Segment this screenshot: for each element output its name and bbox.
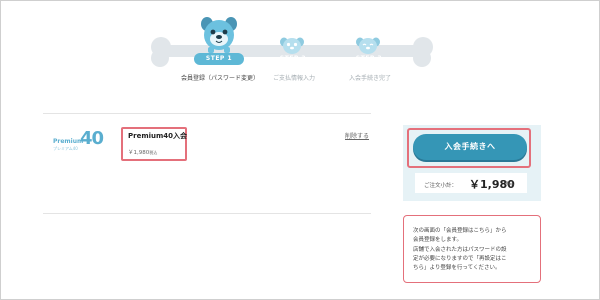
product-price: ￥1,980税込 bbox=[128, 148, 157, 156]
pug-mascot-icon bbox=[201, 17, 237, 53]
step-1-badge: STEP 1 bbox=[194, 53, 244, 65]
step-2-badge: STEP 2 bbox=[279, 55, 307, 62]
note-line: 定が必要になりますので「再設定はこ bbox=[413, 256, 507, 262]
product-name: Premium40入会 bbox=[128, 132, 188, 140]
pug-mascot-icon bbox=[356, 37, 380, 54]
subtotal-tax: 税込 bbox=[505, 182, 514, 187]
product-logo-sub: プレミアム40 bbox=[53, 146, 78, 151]
step-1-label: 会員登録（パスワード変更） bbox=[181, 75, 260, 82]
step-3-badge: STEP 3 bbox=[355, 55, 383, 62]
subtotal-label: ご注文小計： bbox=[424, 183, 458, 189]
pug-mascot-icon bbox=[280, 37, 304, 54]
product-logo-number: 40 bbox=[80, 128, 104, 149]
step-3-label: 入会手続き完了 bbox=[349, 75, 392, 82]
product-price-value: ￥1,980 bbox=[128, 150, 150, 156]
note-line: 次の画面の「会員登録はこちら」から bbox=[413, 228, 507, 234]
product-price-tax: 税込 bbox=[149, 150, 158, 155]
proceed-to-join-button[interactable]: 入会手続きへ bbox=[413, 134, 527, 160]
remove-item-link[interactable]: 削除する bbox=[345, 131, 369, 140]
note-line: ちら」より登録を行ってください。 bbox=[413, 265, 501, 271]
note-line: 店舗で入会された方はパスワードの設 bbox=[413, 247, 507, 253]
step-2-label: ご支払情報入力 bbox=[273, 75, 316, 82]
product-logo: Premium bbox=[53, 138, 84, 145]
divider bbox=[43, 113, 371, 114]
note-line: 会員登録をします。 bbox=[413, 237, 462, 243]
divider bbox=[43, 213, 371, 214]
